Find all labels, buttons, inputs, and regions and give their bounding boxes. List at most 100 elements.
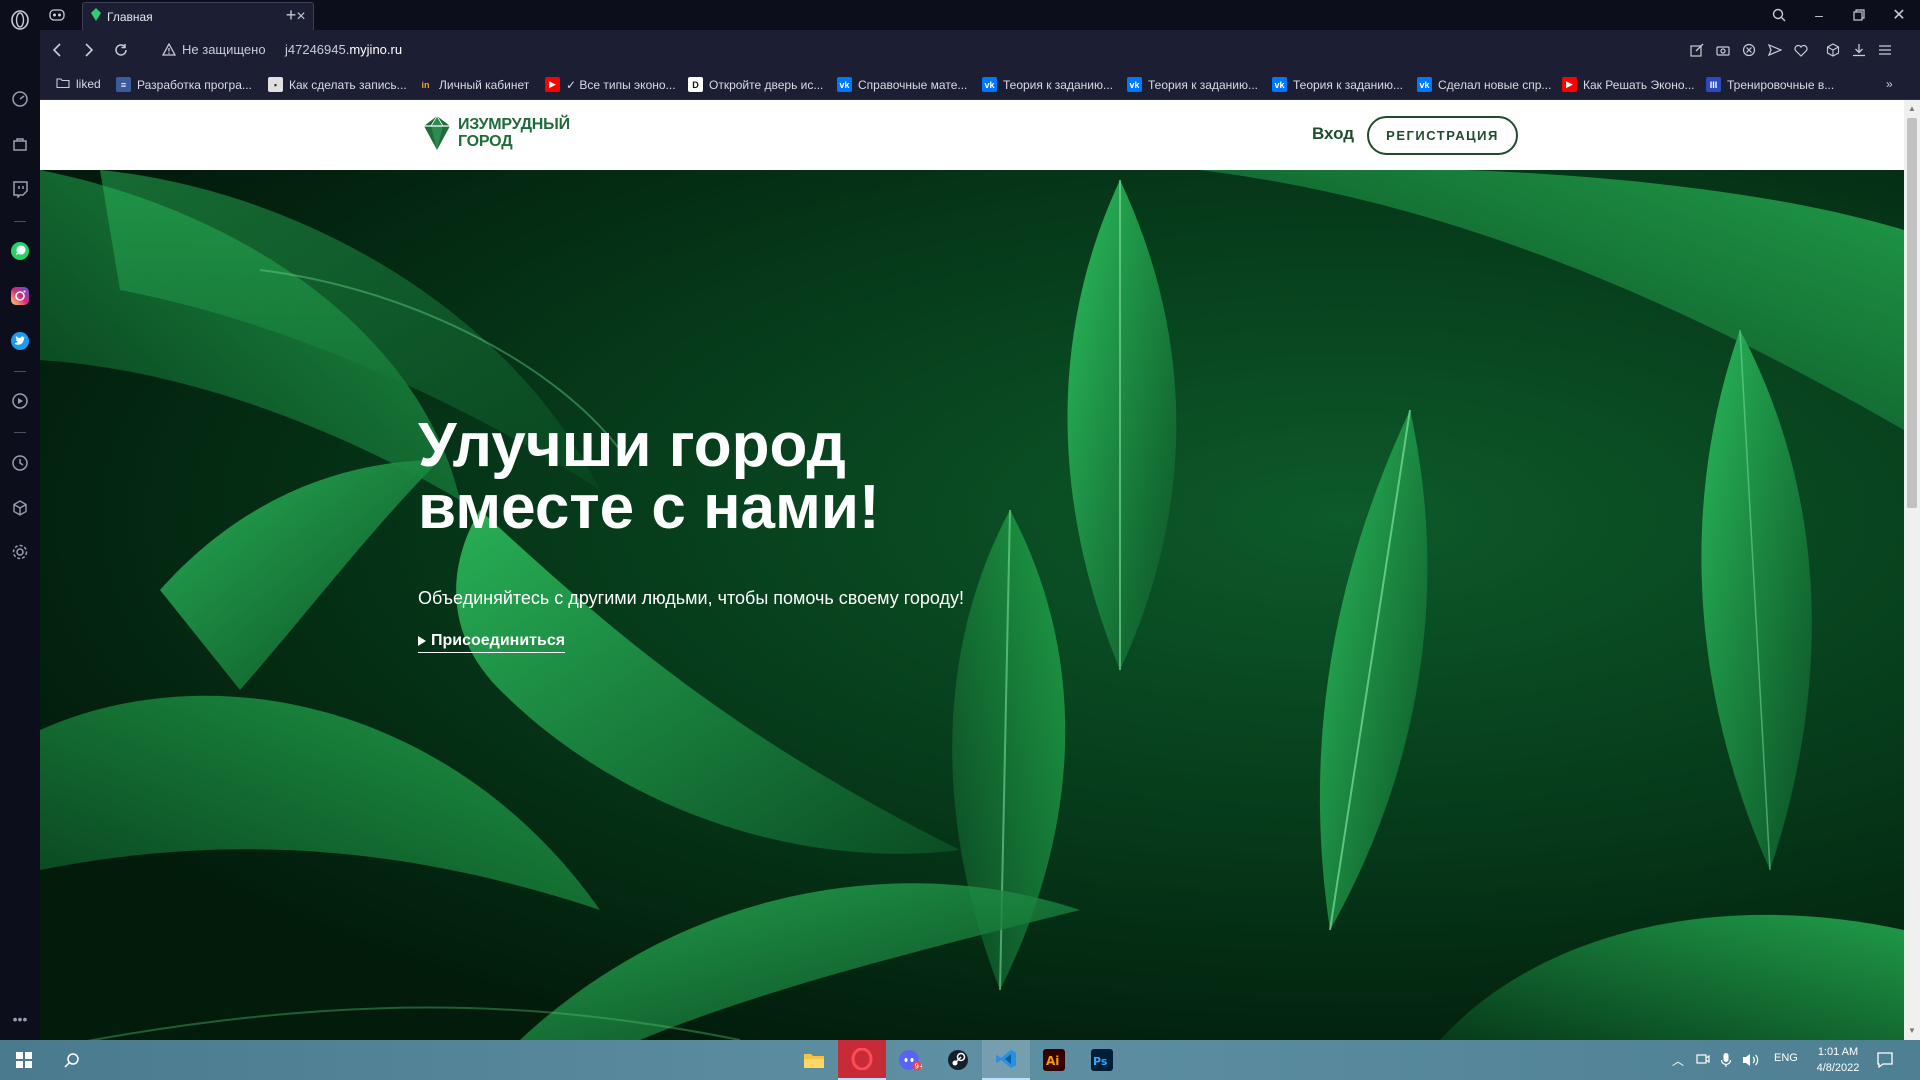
bookmark-label: Тренировочные в...	[1727, 77, 1835, 92]
sidebar-divider	[14, 371, 26, 372]
register-button[interactable]: РЕГИСТРАЦИЯ	[1367, 116, 1518, 155]
bookmark-item[interactable]: vk Теория к заданию...	[1272, 77, 1403, 92]
opera-menu-icon[interactable]	[9, 9, 31, 31]
svg-text:9+: 9+	[915, 1063, 923, 1071]
bookmark-item[interactable]: vk Теория к заданию...	[982, 77, 1113, 92]
bookmark-item[interactable]: D Откройте дверь ис...	[688, 77, 823, 92]
url-prefix: j47246945.	[285, 42, 350, 57]
security-indicator[interactable]: Не защищено	[162, 42, 266, 57]
microphone-icon[interactable]	[1720, 1052, 1732, 1073]
reload-button[interactable]	[110, 39, 132, 61]
workspaces-icon[interactable]	[46, 4, 68, 26]
vk-icon: vk	[1417, 77, 1432, 92]
logo-line-2: ГОРОД	[458, 133, 513, 150]
system-clock[interactable]: 1:01 AM 4/8/2022	[1812, 1044, 1864, 1076]
file-explorer-icon[interactable]	[790, 1040, 838, 1080]
bookmark-label: Теория к заданию...	[1148, 77, 1258, 92]
site-favicon-icon	[91, 7, 101, 26]
bookmark-item[interactable]: vk Справочные мате...	[837, 77, 967, 92]
warning-icon	[162, 43, 176, 56]
book-site-icon: D	[688, 77, 703, 92]
steam-icon[interactable]	[934, 1040, 982, 1080]
vscode-icon[interactable]	[982, 1040, 1030, 1080]
photoshop-icon[interactable]: Ps	[1078, 1040, 1126, 1080]
scroll-up-icon[interactable]: ▲	[1908, 104, 1916, 113]
minimize-button[interactable]: –	[1808, 4, 1830, 26]
tab-search-icon[interactable]	[1768, 4, 1790, 26]
bookmark-item[interactable]: vk Теория к заданию...	[1127, 77, 1258, 92]
settings-gear-icon[interactable]	[9, 541, 31, 563]
bookmark-item[interactable]: in Личный кабинет	[418, 77, 530, 92]
illustrator-icon[interactable]: Ai	[1030, 1040, 1078, 1080]
bookmarks-overflow-icon[interactable]: »	[1886, 77, 1893, 91]
extensions-cube-icon[interactable]	[9, 497, 31, 519]
folder-icon	[56, 77, 70, 91]
close-window-button[interactable]: ✕	[1888, 4, 1910, 26]
vk-icon: vk	[1272, 77, 1287, 92]
volume-icon[interactable]	[1742, 1052, 1760, 1073]
join-link[interactable]: Присоединиться	[418, 632, 566, 653]
scrollbar-thumb[interactable]	[1907, 118, 1917, 508]
site-logo[interactable]: ИЗУМРУДНЫЙ ГОРОД	[422, 114, 570, 152]
browser-sidebar: •••	[0, 0, 40, 1040]
youtube-icon: ▶	[1562, 77, 1577, 92]
bookmark-item[interactable]: III Тренировочные в...	[1706, 77, 1834, 92]
whatsapp-icon[interactable]	[9, 240, 31, 262]
player-icon[interactable]	[9, 390, 31, 412]
adblock-icon[interactable]	[1740, 41, 1758, 59]
instagram-icon[interactable]	[9, 285, 31, 307]
tray-meet-icon[interactable]	[1696, 1052, 1710, 1071]
bookmark-item[interactable]: ▪ Как сделать запись...	[268, 77, 407, 92]
url-field[interactable]: j47246945.myjino.ru	[285, 42, 402, 57]
bookmark-label: Как сделать запись...	[289, 77, 407, 92]
favorites-heart-icon[interactable]	[1792, 41, 1810, 59]
opera-taskbar-icon[interactable]	[838, 1040, 886, 1080]
bookmark-item[interactable]: liked	[56, 77, 101, 91]
bookmark-item[interactable]: ≡ Разработка програ...	[116, 77, 252, 92]
back-button[interactable]	[46, 39, 68, 61]
bookmark-label: Справочные мате...	[858, 77, 968, 92]
shopping-icon[interactable]	[9, 133, 31, 155]
join-link-label: Присоединиться	[431, 632, 566, 649]
clock-time: 1:01 AM	[1817, 1046, 1859, 1058]
send-flow-icon[interactable]	[1766, 41, 1784, 59]
login-link[interactable]: Вход	[1312, 124, 1354, 144]
forward-button[interactable]	[78, 39, 100, 61]
snapshot-camera-icon[interactable]	[1714, 41, 1732, 59]
bookmark-item[interactable]: ▶ ✓ Все типы эконо...	[545, 77, 676, 92]
bookmark-item[interactable]: ▶ Как Решать Эконо...	[1562, 77, 1695, 92]
page-scrollbar[interactable]: ▲ ▼	[1904, 100, 1920, 1040]
hero-title-line-1: Улучши город	[418, 411, 846, 480]
easy-setup-menu-icon[interactable]	[1876, 41, 1894, 59]
extensions-icon[interactable]	[1824, 41, 1842, 59]
bookmark-label: Теория к заданию...	[1293, 77, 1403, 92]
speed-dial-icon[interactable]	[9, 88, 31, 110]
discord-icon[interactable]: 9+	[886, 1040, 934, 1080]
new-tab-button[interactable]: +	[280, 4, 302, 26]
windows-start-icon[interactable]	[0, 1040, 48, 1080]
cabinet-icon: in	[421, 79, 430, 90]
bookmark-item[interactable]: vk Сделал новые спр...	[1417, 77, 1551, 92]
input-language[interactable]: ENG	[1774, 1052, 1798, 1064]
web-page: ИЗУМРУДНЫЙ ГОРОД Вход РЕГИСТРАЦИЯ Улучши…	[40, 100, 1904, 1040]
hero-title-line-2: вместе с нами!	[418, 473, 880, 542]
restore-button[interactable]	[1848, 4, 1870, 26]
play-arrow-icon	[418, 636, 426, 646]
bookmark-label: Откройте дверь ис...	[709, 77, 824, 92]
notifications-icon[interactable]	[1876, 1051, 1894, 1074]
sidebar-divider	[14, 221, 26, 222]
windows-search-icon[interactable]	[48, 1040, 96, 1080]
youtube-icon: ▶	[545, 77, 560, 92]
downloads-icon[interactable]	[1850, 41, 1868, 59]
twitter-icon[interactable]	[9, 330, 31, 352]
tray-chevron-up-icon[interactable]: ︿	[1672, 1052, 1684, 1069]
sidebar-more-icon[interactable]: •••	[9, 1008, 31, 1030]
security-label: Не защищено	[182, 42, 266, 57]
edit-page-icon[interactable]	[1688, 41, 1706, 59]
scroll-down-icon[interactable]: ▼	[1908, 1026, 1916, 1035]
history-icon[interactable]	[9, 452, 31, 474]
bookmark-label: Теория к заданию...	[1003, 77, 1113, 92]
bookmark-label: Разработка програ...	[137, 77, 252, 92]
twitch-icon[interactable]	[9, 178, 31, 200]
hero-section: Улучши город вместе с нами! Объединяйтес…	[40, 170, 1904, 1040]
